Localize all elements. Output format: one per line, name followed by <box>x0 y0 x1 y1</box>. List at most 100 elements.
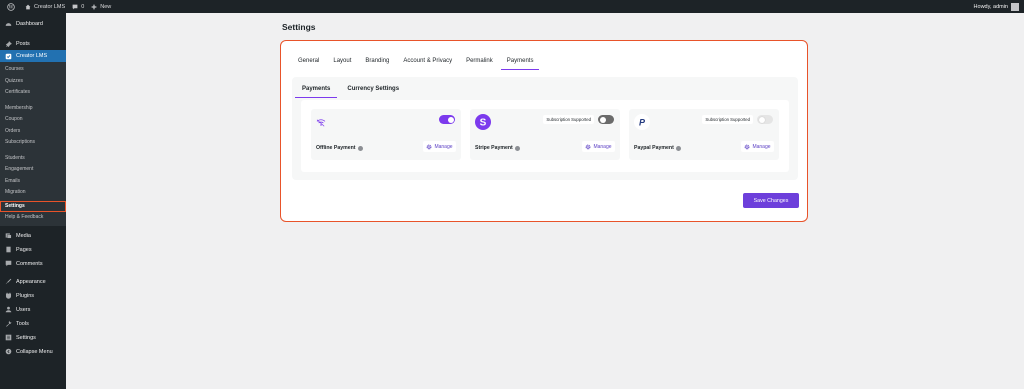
plug-icon <box>5 292 12 299</box>
site-name: Creator LMS <box>34 3 66 10</box>
menu-posts[interactable]: Posts <box>0 38 66 50</box>
creator-lms-submenu: Courses Quizzes Certificates Membership … <box>0 62 66 226</box>
submenu-certificates[interactable]: Certificates <box>0 87 66 99</box>
subtab-payments[interactable]: Payments <box>295 86 338 98</box>
menu-dashboard-label: Dashboard <box>16 21 43 27</box>
tab-general[interactable]: General <box>298 58 319 70</box>
settings-tabs: General Layout Branding Account & Privac… <box>298 58 553 70</box>
wifi-icon <box>316 114 326 132</box>
submenu-migration[interactable]: Migration <box>0 187 66 199</box>
gateway-name: Stripe Payment <box>475 145 520 151</box>
menu-posts-label: Posts <box>16 41 30 47</box>
manage-label: Manage <box>752 143 771 150</box>
howdy-text: Howdy, admin <box>973 3 1008 10</box>
new-content-link[interactable]: New <box>91 4 111 10</box>
submenu-engagement[interactable]: Engagement <box>0 164 66 176</box>
new-label: New <box>100 3 112 10</box>
submenu-subscriptions[interactable]: Subscriptions <box>0 137 66 149</box>
gear-icon <box>586 144 591 149</box>
save-changes-button[interactable]: Save Changes <box>743 193 799 208</box>
info-icon[interactable] <box>357 145 363 151</box>
manage-offline-button[interactable]: Manage <box>423 141 456 152</box>
menu-appearance[interactable]: Appearance <box>0 276 66 288</box>
tab-account-privacy[interactable]: Account & Privacy <box>403 58 452 70</box>
paypal-payment-toggle[interactable] <box>757 115 773 124</box>
settings-sliders-icon <box>5 334 12 341</box>
subtab-currency-settings[interactable]: Currency Settings <box>347 86 399 98</box>
menu-tools-label: Tools <box>16 320 29 327</box>
menu-settings-label: Settings <box>16 334 36 341</box>
menu-creator-lms[interactable]: Creator LMS <box>0 50 66 62</box>
submenu-emails[interactable]: Emails <box>0 176 66 188</box>
plus-icon <box>91 4 97 9</box>
offline-payment-toggle[interactable] <box>439 115 455 124</box>
gateway-name: Offline Payment <box>316 145 363 151</box>
menu-dashboard[interactable]: Dashboard <box>0 18 66 30</box>
gateway-card-stripe: S Subscription Supported Stripe Payment … <box>470 109 620 160</box>
comments-link[interactable]: 0 <box>72 4 84 10</box>
submenu-membership[interactable]: Membership <box>0 103 66 115</box>
wordpress-logo-icon[interactable]: W <box>7 2 18 11</box>
gear-icon <box>427 144 432 149</box>
media-icon <box>5 233 12 239</box>
manage-label: Manage <box>434 143 453 150</box>
submenu-coupon[interactable]: Coupon <box>0 114 66 126</box>
brush-icon <box>5 278 12 285</box>
tab-permalink[interactable]: Permalink <box>466 58 493 70</box>
comments-icon <box>5 260 12 267</box>
info-icon[interactable] <box>514 145 520 151</box>
gateway-name: Paypal Payment <box>634 145 681 151</box>
gateway-name-label: Offline Payment <box>316 145 356 151</box>
users-icon <box>5 306 12 313</box>
payments-section: Payments Currency Settings Offline Payme… <box>292 77 798 180</box>
stripe-logo-icon: S <box>475 114 491 135</box>
collapse-menu-label: Collapse Menu <box>16 348 53 355</box>
menu-media-label: Media <box>16 232 31 239</box>
my-account[interactable]: Howdy, admin <box>974 0 1019 13</box>
submenu-students[interactable]: Students <box>0 153 66 165</box>
menu-pages[interactable]: Pages <box>0 244 66 256</box>
wrench-icon <box>6 320 12 327</box>
collapse-menu-button[interactable]: Collapse Menu <box>0 346 66 358</box>
stripe-payment-toggle[interactable] <box>598 115 614 124</box>
svg-text:P: P <box>639 118 646 128</box>
menu-media[interactable]: Media <box>0 230 66 242</box>
info-icon[interactable] <box>675 145 681 151</box>
pin-icon <box>5 40 12 47</box>
submenu-quizzes[interactable]: Quizzes <box>0 76 66 88</box>
site-name-link[interactable]: Creator LMS <box>25 4 65 10</box>
submenu-help-feedback[interactable]: Help & Feedback <box>0 212 66 224</box>
submenu-courses[interactable]: Courses <box>0 64 66 76</box>
gateway-name-label: Paypal Payment <box>634 145 674 151</box>
svg-text:S: S <box>480 118 487 129</box>
menu-settings[interactable]: Settings <box>0 332 66 344</box>
page-title: Settings <box>282 22 316 32</box>
menu-comments-label: Comments <box>16 260 43 267</box>
menu-comments[interactable]: Comments <box>0 258 66 270</box>
admin-sidebar: Dashboard Posts Creator LMS Courses Quiz… <box>0 13 66 389</box>
menu-tools[interactable]: Tools <box>0 318 66 330</box>
payments-subtabs: Payments Currency Settings <box>295 86 409 98</box>
submenu-settings[interactable]: Settings <box>0 200 66 213</box>
menu-plugins[interactable]: Plugins <box>0 290 66 302</box>
tab-layout[interactable]: Layout <box>333 58 351 70</box>
subscription-badge: Subscription Supported <box>702 115 753 124</box>
gear-icon <box>745 144 750 149</box>
submenu-orders[interactable]: Orders <box>0 126 66 138</box>
gateway-card-paypal: P Subscription Supported Paypal Payment … <box>629 109 779 160</box>
menu-creator-lms-label: Creator LMS <box>16 53 48 59</box>
admin-bar: W Creator LMS 0 New Howdy, admin <box>0 0 1024 13</box>
manage-stripe-button[interactable]: Manage <box>582 141 615 152</box>
menu-pages-label: Pages <box>16 246 32 253</box>
collapse-icon <box>5 348 12 355</box>
tab-branding[interactable]: Branding <box>365 58 389 70</box>
creator-lms-icon <box>5 53 12 59</box>
menu-users-label: Users <box>16 306 31 313</box>
gateway-cards: Offline Payment Manage S Subscription Su… <box>301 100 789 172</box>
menu-appearance-label: Appearance <box>16 278 46 285</box>
tab-payments[interactable]: Payments <box>500 58 540 70</box>
menu-users[interactable]: Users <box>0 304 66 316</box>
comments-count: 0 <box>81 3 85 10</box>
manage-paypal-button[interactable]: Manage <box>741 141 774 152</box>
settings-panel: General Layout Branding Account & Privac… <box>280 40 808 222</box>
